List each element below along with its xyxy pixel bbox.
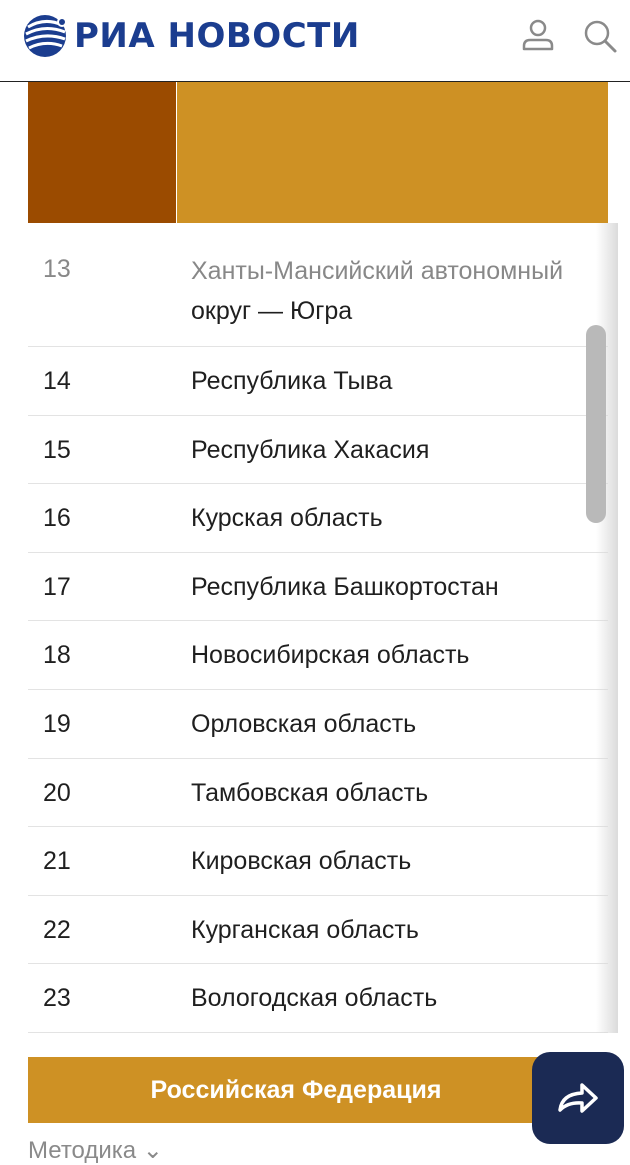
table-row: 14 Республика Тыва <box>28 347 608 416</box>
table-row: 18 Новосибирская область <box>28 621 608 690</box>
rank-cell: 19 <box>43 709 71 738</box>
region-cell: Кировская область <box>191 847 412 876</box>
table-row: 17 Республика Башкортостан <box>28 553 608 622</box>
rank-cell: 13 <box>43 255 71 283</box>
region-name-line2: округ — Югра <box>191 297 353 325</box>
user-icon[interactable] <box>518 16 558 56</box>
rank-cell: 22 <box>43 915 71 944</box>
region-cell: Ханты-Мансийский автономный округ — Югра <box>191 251 601 331</box>
table-row: 20 Тамбовская область <box>28 759 608 828</box>
brand-name: РИА НОВОСТИ <box>74 16 360 56</box>
table-row: 21 Кировская область <box>28 827 608 896</box>
region-cell: Новосибирская область <box>191 641 470 670</box>
rank-cell: 14 <box>43 367 71 395</box>
ranking-table: 13 Ханты-Мансийский автономный округ — Ю… <box>28 223 608 1033</box>
table-header-cell-rank <box>28 82 176 223</box>
ria-globe-icon <box>24 15 67 57</box>
region-cell: Курская область <box>191 504 383 533</box>
table-row: 15 Республика Хакасия <box>28 416 608 485</box>
table-row: 23 Вологодская область <box>28 964 608 1033</box>
rank-cell: 15 <box>43 435 71 464</box>
rank-cell: 23 <box>43 984 71 1013</box>
table-row: 19 Орловская область <box>28 690 608 759</box>
table-header-cell-region <box>177 82 608 223</box>
table-row: 22 Курганская область <box>28 896 608 965</box>
rank-cell: 21 <box>43 847 71 876</box>
region-name-line1: Ханты-Мансийский автономный <box>191 257 564 285</box>
site-header: РИА НОВОСТИ <box>0 0 630 82</box>
share-arrow-icon <box>558 1083 598 1113</box>
rank-cell: 17 <box>43 572 71 601</box>
region-cell: Курганская область <box>191 915 419 944</box>
region-cell: Вологодская область <box>191 984 438 1013</box>
rank-cell: 20 <box>43 778 71 807</box>
search-icon[interactable] <box>580 16 620 56</box>
summary-label: Российская Федерация <box>150 1075 442 1104</box>
region-cell: Тамбовская область <box>191 778 429 807</box>
share-button[interactable] <box>532 1052 624 1144</box>
rank-cell: 16 <box>43 504 71 533</box>
region-cell: Республика Башкортостан <box>191 572 499 601</box>
logo[interactable]: РИА НОВОСТИ <box>22 13 360 59</box>
region-cell: Республика Тыва <box>191 367 393 395</box>
region-cell: Республика Хакасия <box>191 435 430 464</box>
table-scrollbar[interactable] <box>586 325 606 523</box>
rank-cell: 18 <box>43 641 71 670</box>
table-row: 13 Ханты-Мансийский автономный округ — Ю… <box>28 223 608 347</box>
summary-row: Российская Федерация <box>28 1057 608 1123</box>
table-row: 16 Курская область <box>28 484 608 553</box>
region-cell: Орловская область <box>191 709 417 738</box>
